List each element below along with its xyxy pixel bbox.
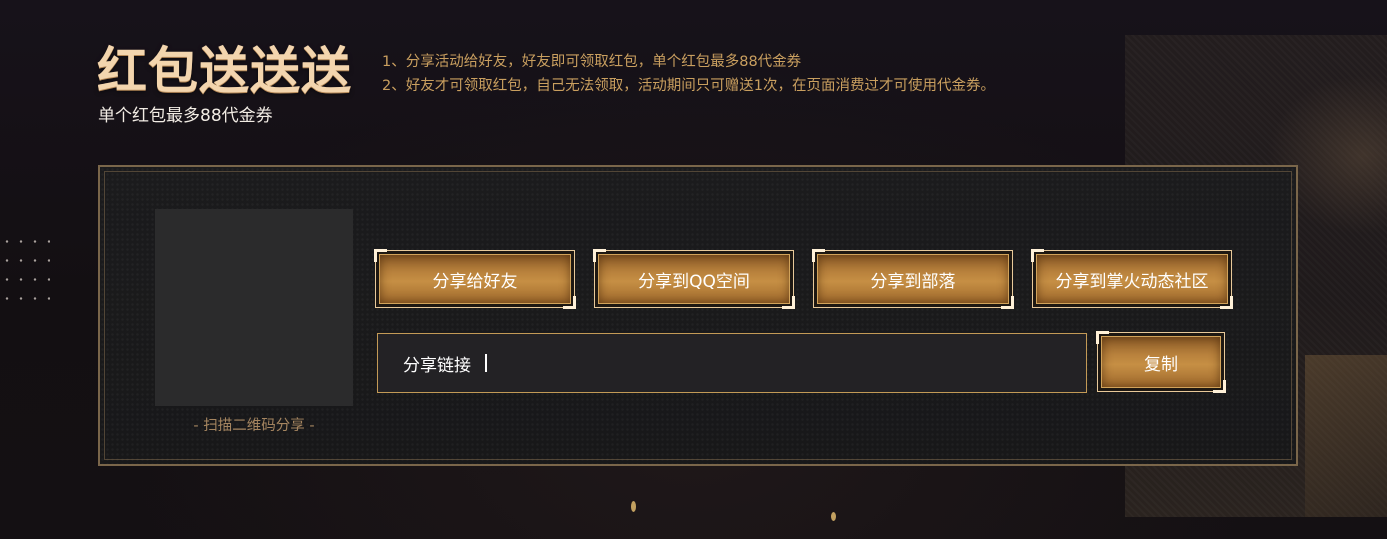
share-link-label: 分享链接 bbox=[403, 355, 471, 376]
page-title: 红包送送送 bbox=[97, 42, 352, 100]
qr-code bbox=[155, 209, 353, 406]
qr-caption: - 扫描二维码分享 - bbox=[193, 418, 315, 434]
share-to-community-label: 分享到掌火动态社区 bbox=[1036, 254, 1228, 304]
rule-item: 1、分享活动给好友，好友即可领取红包，单个红包最多88代金券 bbox=[382, 54, 802, 70]
share-to-qzone-label: 分享到QQ空间 bbox=[598, 254, 790, 304]
rule-item: 2、好友才可领取红包，自己无法领取，活动期间只可赠送1次，在页面消费过才可使用代… bbox=[382, 78, 995, 94]
share-to-friend-button[interactable]: 分享给好友 bbox=[374, 249, 576, 309]
text-caret bbox=[485, 354, 487, 372]
share-to-tribe-label: 分享到部落 bbox=[817, 254, 1009, 304]
page-subtitle: 单个红包最多88代金券 bbox=[98, 106, 273, 126]
share-to-qzone-button[interactable]: 分享到QQ空间 bbox=[593, 249, 795, 309]
copy-button[interactable]: 复制 bbox=[1096, 331, 1226, 393]
share-to-tribe-button[interactable]: 分享到部落 bbox=[812, 249, 1014, 309]
copy-button-label: 复制 bbox=[1101, 336, 1221, 388]
gold-particle bbox=[831, 512, 836, 521]
rules-list: 1、分享活动给好友，好友即可领取红包，单个红包最多88代金券 2、好友才可领取红… bbox=[382, 50, 995, 98]
share-to-friend-label: 分享给好友 bbox=[379, 254, 571, 304]
share-to-community-button[interactable]: 分享到掌火动态社区 bbox=[1031, 249, 1233, 309]
decorative-dots bbox=[0, 232, 50, 302]
share-link-field[interactable]: 分享链接 bbox=[377, 333, 1087, 393]
gold-particle bbox=[631, 501, 636, 512]
